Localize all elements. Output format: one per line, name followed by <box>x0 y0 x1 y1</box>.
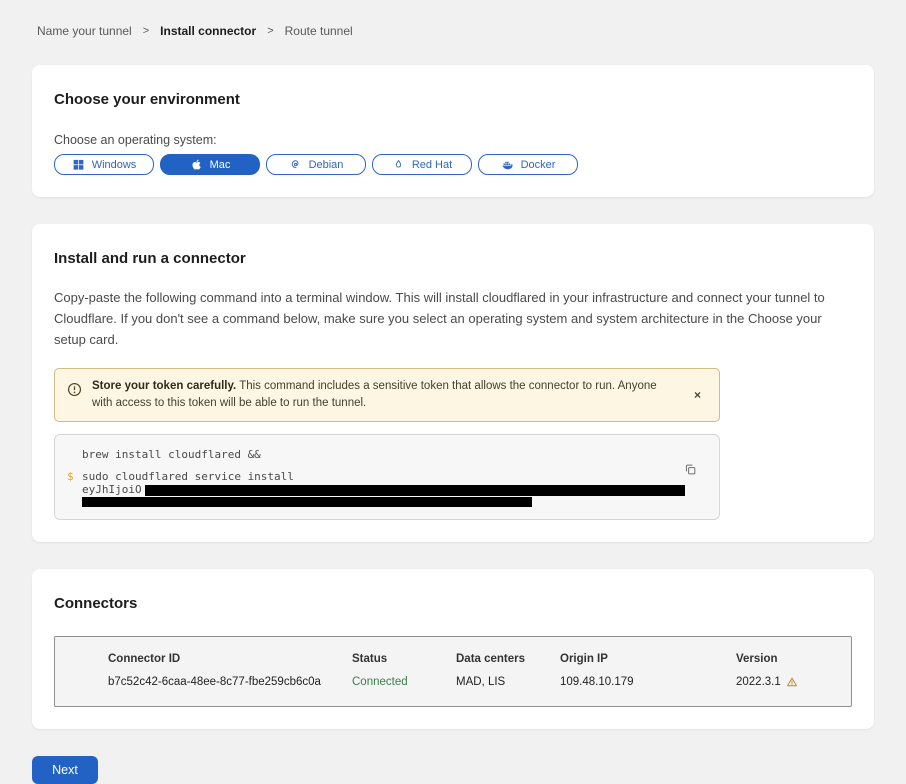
code-line-token: eyJhIjoiO <box>82 483 705 496</box>
copy-icon[interactable] <box>682 461 699 478</box>
redhat-icon <box>392 158 405 171</box>
version-value: 2022.3.1 <box>736 676 831 688</box>
environment-card-title: Choose your environment <box>54 91 852 108</box>
token-warning-bold: Store your token carefully. <box>92 380 236 392</box>
apple-icon <box>190 158 203 171</box>
next-button[interactable]: Next <box>32 756 98 784</box>
os-button-windows[interactable]: Windows <box>54 154 154 175</box>
connectors-title: Connectors <box>54 595 852 612</box>
install-command-code-block: brew install cloudflared && $sudo cloudf… <box>54 434 720 520</box>
breadcrumb-name-your-tunnel[interactable]: Name your tunnel <box>37 24 132 38</box>
token-warning-banner: Store your token carefully. This command… <box>54 368 720 422</box>
connectors-card: Connectors Connector ID Status Data cent… <box>32 569 874 729</box>
col-data-centers: Data centers <box>456 653 560 665</box>
os-button-mac[interactable]: Mac <box>160 154 260 175</box>
install-connector-card: Install and run a connector Copy-paste t… <box>32 224 874 542</box>
status-badge: Connected <box>352 676 456 688</box>
breadcrumb-install-connector[interactable]: Install connector <box>160 24 256 38</box>
col-version: Version <box>736 653 831 665</box>
breadcrumb: Name your tunnel > Install connector > R… <box>32 24 874 38</box>
close-icon[interactable]: × <box>688 385 707 405</box>
table-header-row: Connector ID Status Data centers Origin … <box>108 653 831 665</box>
col-status: Status <box>352 653 456 665</box>
os-button-label: Mac <box>210 159 231 171</box>
os-button-label: Debian <box>309 159 344 171</box>
os-button-docker[interactable]: Docker <box>478 154 578 175</box>
token-warning-text: Store your token carefully. This command… <box>92 378 678 412</box>
install-connector-description: Copy-paste the following command into a … <box>54 287 852 350</box>
table-row: b7c52c42-6caa-48ee-8c77-fbe259cb6c0a Con… <box>108 676 831 688</box>
redacted-token-bar <box>82 497 532 507</box>
warning-triangle-icon <box>786 676 798 688</box>
connectors-table: Connector ID Status Data centers Origin … <box>54 636 852 707</box>
os-button-label: Windows <box>92 159 137 171</box>
connector-id-value: b7c52c42-6caa-48ee-8c77-fbe259cb6c0a <box>108 676 352 688</box>
environment-card: Choose your environment Choose an operat… <box>32 65 874 197</box>
os-button-redhat[interactable]: Red Hat <box>372 154 472 175</box>
docker-icon <box>501 158 514 171</box>
page: Name your tunnel > Install connector > R… <box>0 0 906 784</box>
data-centers-value: MAD, LIS <box>456 676 560 688</box>
code-line-sudo: $sudo cloudflared service install <box>82 470 705 483</box>
breadcrumb-route-tunnel[interactable]: Route tunnel <box>285 24 353 38</box>
breadcrumb-separator: > <box>143 25 149 37</box>
col-connector-id: Connector ID <box>108 653 352 665</box>
shell-prompt: $ <box>67 470 74 483</box>
windows-icon <box>72 158 85 171</box>
os-button-debian[interactable]: Debian <box>266 154 366 175</box>
redacted-token-bar <box>145 485 685 496</box>
os-select-label: Choose an operating system: <box>54 133 852 147</box>
token-prefix: eyJhIjoiO <box>82 483 142 496</box>
os-button-label: Red Hat <box>412 159 452 171</box>
col-origin-ip: Origin IP <box>560 653 736 665</box>
breadcrumb-separator: > <box>267 25 273 37</box>
debian-icon <box>289 158 302 171</box>
os-button-group: Windows Mac Debian Red Hat <box>54 154 852 175</box>
origin-ip-value: 109.48.10.179 <box>560 676 736 688</box>
code-line-brew: brew install cloudflared && <box>82 448 705 461</box>
info-circle-icon <box>67 382 82 402</box>
os-button-label: Docker <box>521 159 556 171</box>
install-connector-title: Install and run a connector <box>54 250 852 267</box>
